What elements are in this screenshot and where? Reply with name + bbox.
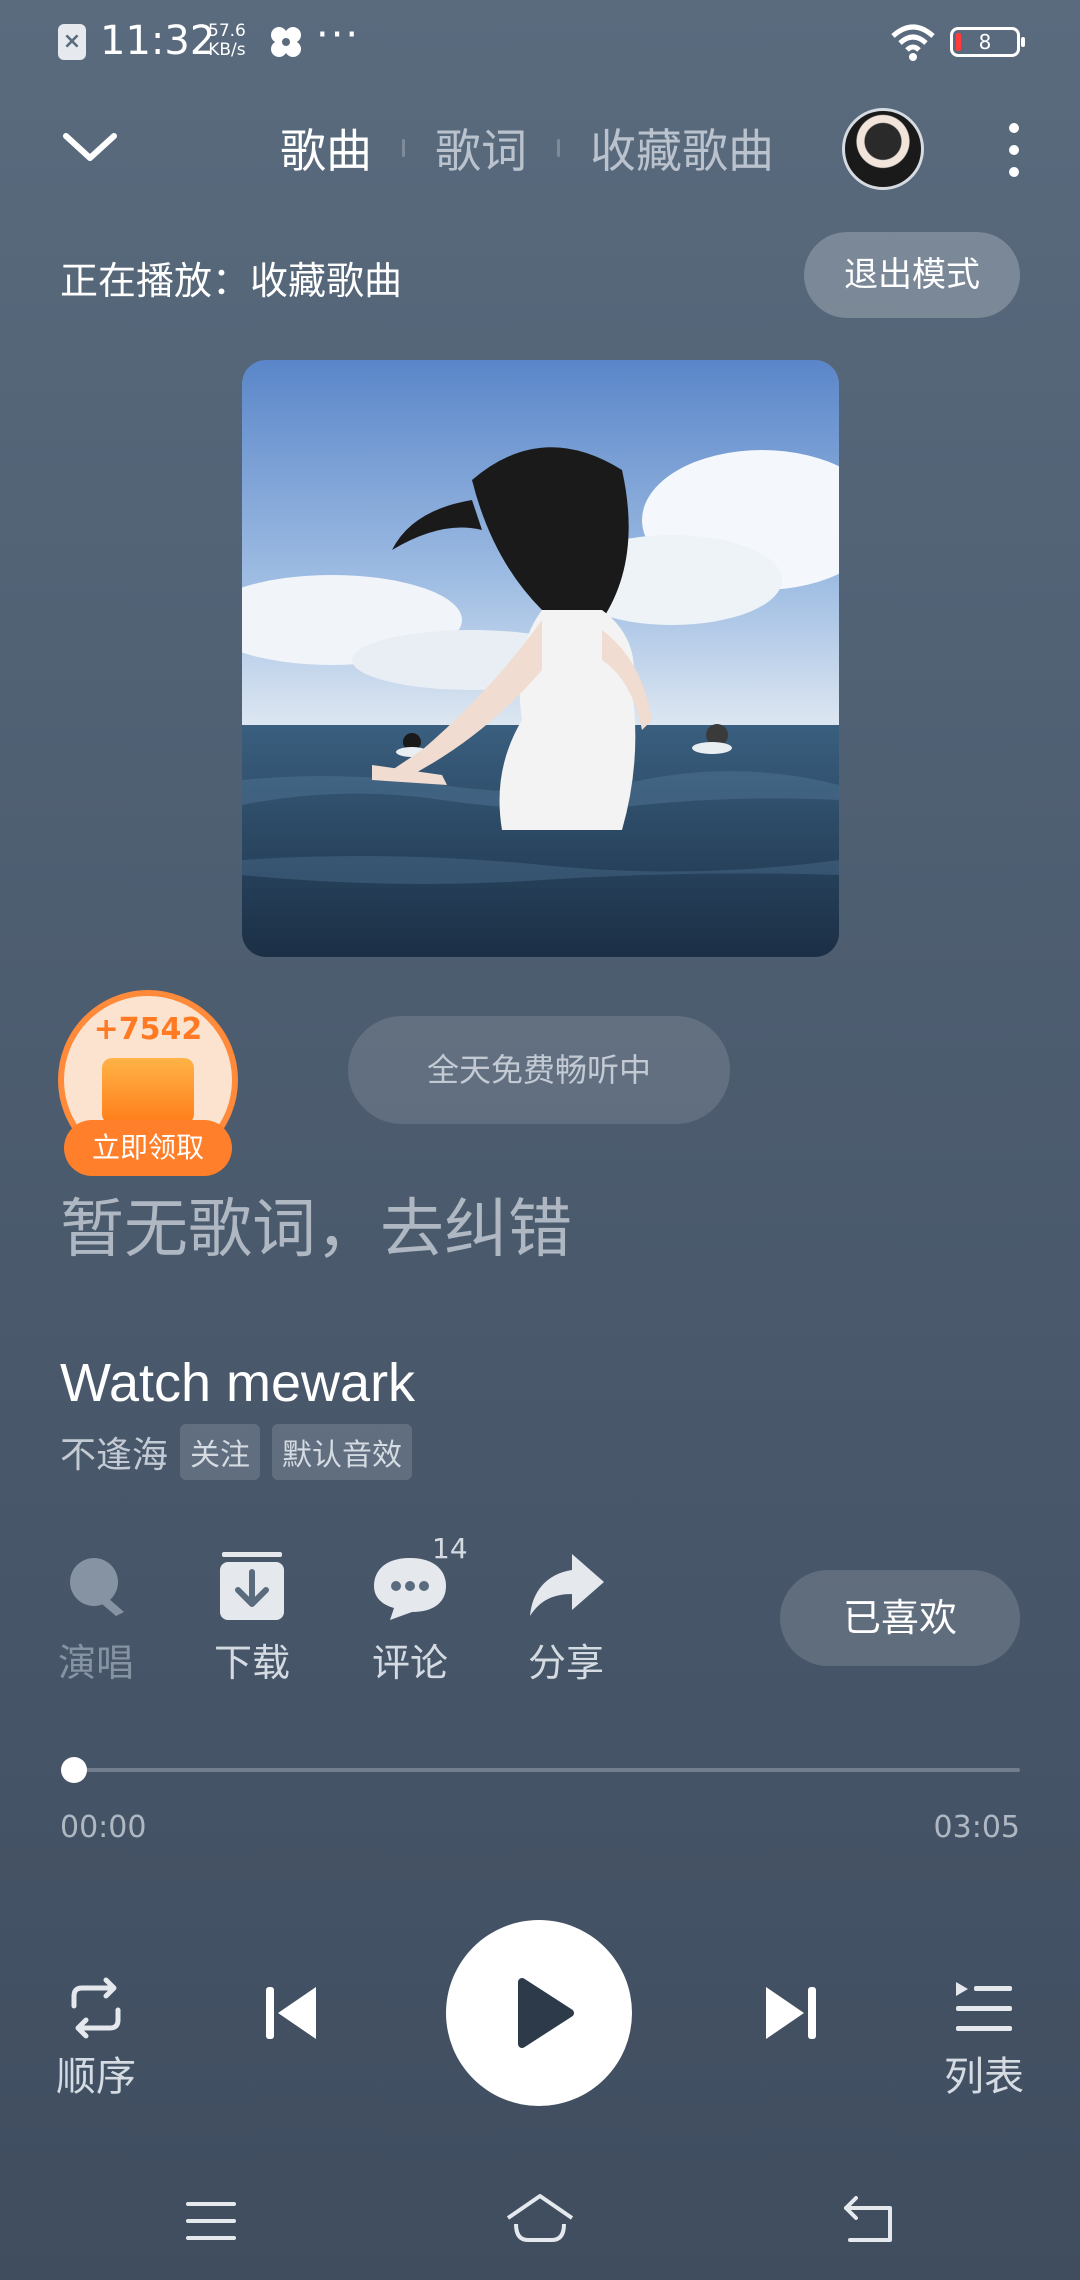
share-label: 分享 <box>527 1641 604 1685</box>
play-button[interactable] <box>446 1920 632 2106</box>
tab-divider <box>557 139 560 157</box>
now-playing-label: 正在播放：收藏歌曲 <box>60 259 403 303</box>
home-icon[interactable] <box>504 2192 576 2248</box>
tab-bar: 歌曲 歌词 收藏歌曲 <box>280 118 774 178</box>
current-time: 00:00 <box>60 1810 147 1845</box>
network-speed-unit: KB/s <box>208 40 246 60</box>
reward-count: +7542 <box>93 1012 203 1047</box>
status-time: 11:32 <box>100 18 216 64</box>
system-nav-bar <box>0 2180 1080 2280</box>
song-title: Watch mewark <box>60 1353 416 1413</box>
skip-next-icon[interactable] <box>760 1983 820 2043</box>
download-button[interactable]: 下载 <box>192 1550 312 1687</box>
total-time: 03:05 <box>933 1810 1020 1845</box>
user-avatar[interactable] <box>842 108 924 190</box>
microphone-icon <box>70 1558 124 1616</box>
share-icon <box>530 1554 604 1616</box>
lyrics-placeholder[interactable]: 暂无歌词，去纠错 <box>60 1178 572 1270</box>
skip-previous-icon[interactable] <box>262 1983 322 2043</box>
play-mode-label: 顺序 <box>56 2054 136 2100</box>
progress-track[interactable] <box>74 1768 1020 1772</box>
progress-thumb[interactable] <box>61 1757 87 1783</box>
tab-song[interactable]: 歌曲 <box>280 115 372 181</box>
artist-name[interactable]: 不逢海 <box>60 1426 168 1478</box>
playlist-icon <box>956 1982 1012 2031</box>
liked-button[interactable]: 已喜欢 <box>780 1570 1020 1666</box>
battery-icon: 8 <box>950 27 1025 57</box>
gift-icon <box>102 1058 194 1124</box>
play-mode-button[interactable]: 顺序 <box>46 1976 146 2102</box>
menu-icon[interactable] <box>184 2196 238 2246</box>
sound-effect-button[interactable]: 默认音效 <box>272 1424 413 1480</box>
more-vertical-icon[interactable] <box>1004 122 1024 178</box>
share-button[interactable]: 分享 <box>506 1550 626 1687</box>
playlist-label: 列表 <box>944 2054 1024 2100</box>
notification-icon: × <box>58 24 86 60</box>
more-notifications-icon: ··· <box>316 12 361 58</box>
fan-icon <box>271 27 301 57</box>
coin-reward-badge[interactable]: +7542 立即领取 <box>58 990 240 1176</box>
comment-label: 评论 <box>371 1641 448 1685</box>
tab-lyrics[interactable]: 歌词 <box>435 115 527 181</box>
playlist-button[interactable]: 列表 <box>934 1976 1034 2102</box>
repeat-icon <box>71 1977 121 2039</box>
play-icon <box>518 1978 574 2048</box>
comment-count: 14 <box>432 1532 468 1565</box>
album-cover[interactable] <box>242 360 839 957</box>
sing-button[interactable]: 演唱 <box>36 1550 156 1687</box>
download-label: 下载 <box>213 1641 290 1685</box>
network-speed: 57.6 KB/s <box>208 22 246 60</box>
status-bar: × 11:32 57.6 KB/s ··· 8 <box>0 0 1080 90</box>
back-icon[interactable] <box>842 2194 896 2246</box>
exit-mode-button[interactable]: 退出模式 <box>804 232 1020 318</box>
download-icon <box>220 1552 284 1620</box>
wifi-icon <box>891 24 935 61</box>
tab-favorites[interactable]: 收藏歌曲 <box>590 115 774 181</box>
claim-reward-button[interactable]: 立即领取 <box>64 1120 232 1176</box>
free-listen-badge[interactable]: 全天免费畅听中 <box>348 1016 730 1124</box>
network-speed-value: 57.6 <box>208 21 246 41</box>
chevron-down-icon[interactable] <box>62 128 118 168</box>
comment-button[interactable]: 评论 <box>350 1550 470 1687</box>
sing-label: 演唱 <box>57 1641 134 1685</box>
follow-button[interactable]: 关注 <box>180 1424 261 1480</box>
tab-divider <box>402 139 405 157</box>
artist-row: 不逢海 关注 默认音效 <box>60 1424 424 1480</box>
